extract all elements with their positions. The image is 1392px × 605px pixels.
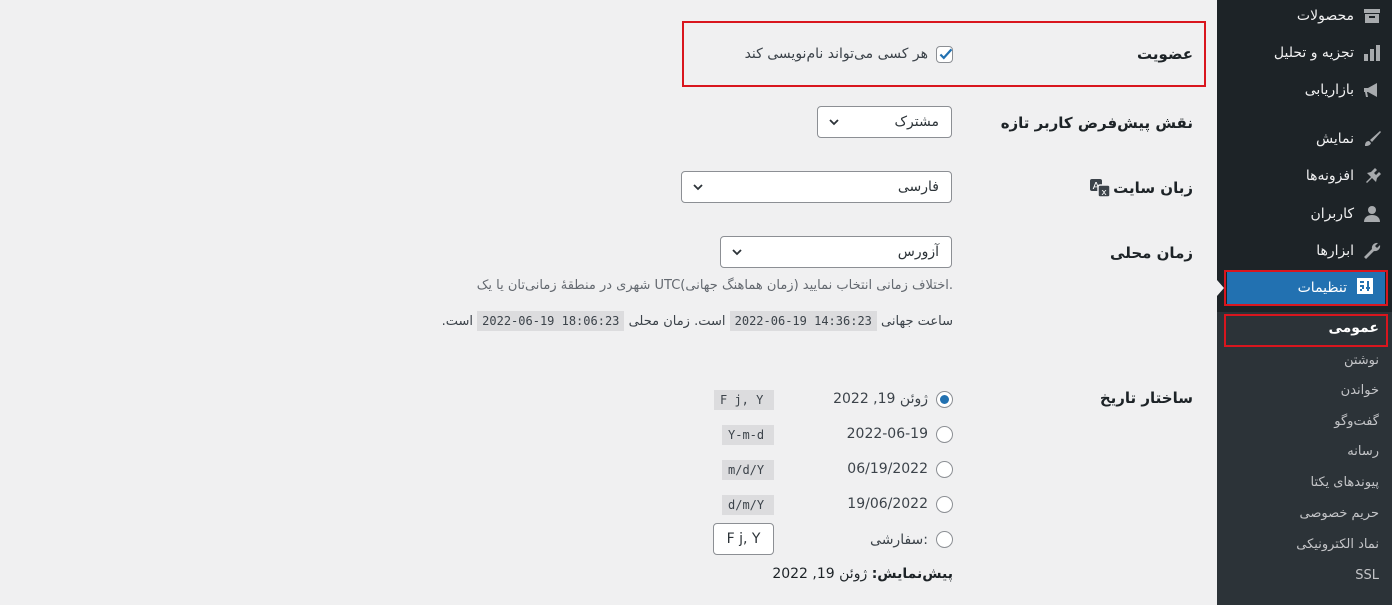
timezone-value: آزورس [897,244,939,260]
submenu-item-permalinks[interactable]: پیوندهای یکتا [1310,475,1379,490]
sidebar-item-appearance[interactable]: نمایش [1217,121,1392,157]
date-format-option-2: 2022-06-19 [846,426,928,442]
chevron-down-icon [828,116,840,128]
membership-label: عضویت [1137,45,1193,63]
default-role-label: نقش پیش‌فرض کاربر تازه [1000,114,1193,132]
date-format-option-1: ژوئن 19, 2022 [833,391,928,407]
date-format-custom-label: سفارشی: [870,532,928,548]
submenu-item-ssl[interactable]: SSL [1355,568,1379,583]
timezone-label: زمان محلی [1110,244,1193,262]
translation-icon: Ax [1089,178,1111,198]
timezone-select[interactable]: آزورس [720,236,952,268]
sidebar-item-label: بازاریابی [1304,82,1354,98]
utc-prefix: ساعت جهانی [881,314,953,329]
date-format-label: ساختار تاریخ [1099,389,1193,407]
timezone-times: ساعت جهانی 2022-06-19 14:36:23 است. زمان… [441,311,953,331]
membership-checkbox-label: هر کسی می‌تواند نام‌نویسی کند [744,46,928,62]
membership-checkbox[interactable] [936,46,953,63]
highlight-settings [1224,270,1388,306]
site-language-label: زبان سایت [1113,179,1193,197]
sidebar-item-label: افزونه‌ها [1305,168,1354,184]
sidebar-item-users[interactable]: کاربران [1217,196,1392,232]
brush-icon [1362,129,1382,149]
sidebar-item-label: کاربران [1310,206,1354,222]
date-format-radio-1[interactable] [936,391,953,408]
date-format-custom-input[interactable]: F j, Y [713,523,774,555]
sidebar-item-marketing[interactable]: بازاریابی [1217,72,1392,108]
sidebar-item-label: نمایش [1315,131,1354,147]
svg-text:x: x [1101,188,1107,198]
date-format-code-3: m/d/Y [722,460,774,480]
submenu-item-discussion[interactable]: گفت‌وگو [1334,414,1379,429]
bar-chart-icon [1362,43,1382,63]
timezone-description: شهری در منطقهٔ زمانی‌تان یا یک UTC(زمان … [476,278,953,293]
submenu-item-reading[interactable]: خواندن [1341,383,1379,398]
archive-icon [1362,6,1382,26]
submenu-item-writing[interactable]: نوشتن [1344,353,1379,368]
date-format-code-2: Y-m-d [722,425,774,445]
chevron-down-icon [692,181,704,193]
preview-value: ژوئن 19, 2022 [772,566,868,582]
wrench-icon [1362,241,1382,261]
utc-time: 2022-06-19 14:36:23 [729,311,877,331]
default-role-select[interactable]: مشترک [817,106,952,138]
preview-label: پیش‌نمایش: [871,566,953,582]
submenu-item-enamad[interactable]: نماد الکترونیکی [1296,537,1379,552]
date-format-option-3: 06/19/2022 [847,461,928,477]
sidebar-item-label: ابزارها [1316,243,1354,259]
date-format-code-4: d/m/Y [722,495,774,515]
sidebar-item-label: تجزیه و تحلیل [1273,45,1354,61]
checkmark-icon [939,48,953,60]
sidebar-item-tools[interactable]: ابزارها [1217,233,1392,269]
sidebar-item-products[interactable]: محصولات [1217,0,1392,34]
default-role-value: مشترک [894,114,939,130]
sidebar-item-analytics[interactable]: تجزیه و تحلیل [1217,35,1392,71]
times-suffix: است. [441,314,473,329]
date-format-code-1: F j, Y [714,390,774,410]
chevron-down-icon [731,246,743,258]
highlight-general [1224,314,1388,347]
date-format-radio-3[interactable] [936,461,953,478]
local-prefix: است. زمان محلی [628,314,726,329]
submenu-item-privacy[interactable]: حریم خصوصی [1299,506,1379,521]
date-format-radio-2[interactable] [936,426,953,443]
date-format-preview: پیش‌نمایش: ژوئن 19, 2022 [772,566,953,582]
user-icon [1362,204,1382,224]
site-language-select[interactable]: فارسی [681,171,952,203]
local-time: 2022-06-19 18:06:23 [477,311,625,331]
date-format-option-4: 19/06/2022 [847,496,928,512]
megaphone-icon [1362,80,1382,100]
sidebar-item-plugins[interactable]: افزونه‌ها [1217,158,1392,194]
date-format-radio-4[interactable] [936,496,953,513]
active-menu-arrow [1217,280,1224,296]
site-language-value: فارسی [897,179,939,195]
sidebar-item-label: محصولات [1296,8,1354,24]
submenu-item-media[interactable]: رسانه [1347,444,1379,459]
date-format-radio-custom[interactable] [936,531,953,548]
plugin-icon [1362,166,1382,186]
